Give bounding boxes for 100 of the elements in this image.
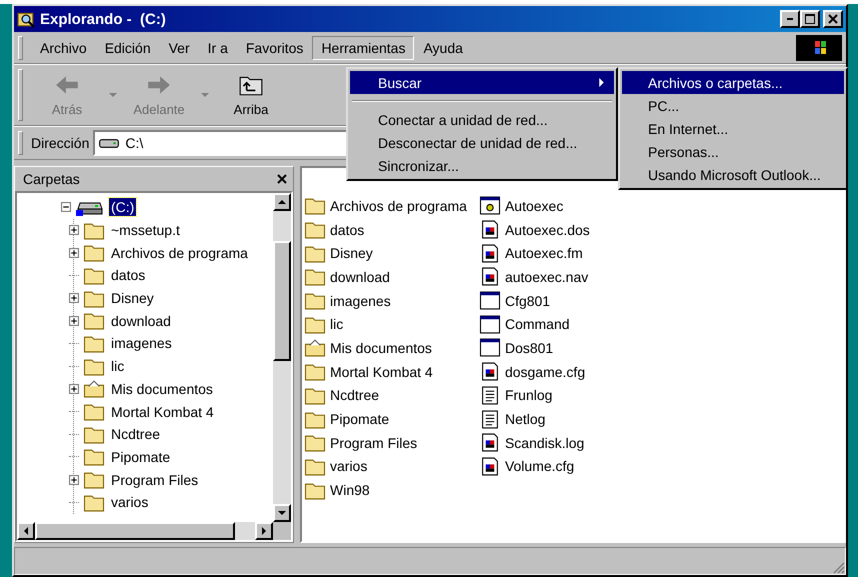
scrollbar-thumb[interactable] <box>273 241 291 361</box>
tree-item[interactable]: Disney <box>109 289 156 308</box>
window-icon <box>478 314 501 334</box>
expand-icon[interactable] <box>69 384 79 394</box>
tree-item[interactable]: lic <box>109 357 126 376</box>
windows-logo-icon <box>796 34 842 60</box>
file-item[interactable]: Mis documentos <box>304 336 471 360</box>
maximize-button[interactable] <box>800 10 820 28</box>
menu-item[interactable]: Archivos o carpetas... <box>622 71 844 94</box>
tree-item[interactable]: ~mssetup.t <box>109 221 182 240</box>
up-arrow-icon <box>278 200 286 204</box>
minimize-button[interactable] <box>780 10 800 28</box>
collapse-icon[interactable] <box>61 202 71 212</box>
menu-item[interactable]: Ayuda <box>414 36 472 60</box>
scroll-right-button[interactable] <box>255 522 273 540</box>
menu-item[interactable]: Desconectar de unidad de red... <box>350 131 614 154</box>
file-item[interactable]: Netlog <box>478 407 594 431</box>
menu-item[interactable]: Sincronizar... <box>350 154 614 177</box>
file-item[interactable]: Autoexec.dos <box>478 218 594 242</box>
menu-item[interactable]: Archivo <box>31 36 96 60</box>
tree-item[interactable]: Mortal Kombat 4 <box>109 402 216 421</box>
tree-item[interactable]: Program Files <box>109 470 200 489</box>
scroll-up-button[interactable] <box>273 193 291 211</box>
menu-item[interactable]: Conectar a unidad de red... <box>350 108 614 131</box>
menu-item[interactable]: Favoritos <box>236 36 312 60</box>
menu-item[interactable]: Herramientas <box>312 36 414 60</box>
menu-item[interactable]: Ir a <box>198 36 237 60</box>
expand-icon[interactable] <box>69 248 79 258</box>
folder-icon <box>83 220 105 240</box>
tree-item[interactable]: (C:) <box>109 198 136 216</box>
file-item[interactable]: Autoexec.fm <box>478 241 594 266</box>
window-title: Explorando - (C:) <box>40 10 166 28</box>
folder-icon <box>83 470 105 490</box>
folder-icon <box>304 480 326 500</box>
minimize-icon <box>787 18 793 20</box>
file-item[interactable]: imagenes <box>304 288 471 312</box>
folder-icon <box>83 266 105 285</box>
file-item[interactable]: Ncdtree <box>304 384 471 408</box>
file-item[interactable]: autoexec.nav <box>478 265 594 289</box>
menu-item[interactable]: Buscar <box>350 71 614 94</box>
window-icon <box>478 338 501 358</box>
right-arrow-icon <box>146 74 172 96</box>
menu-item[interactable]: Usando Microsoft Outlook... <box>622 163 844 186</box>
menu-item[interactable]: Personas... <box>622 140 844 163</box>
toolbar-button[interactable]: Arriba <box>215 72 287 118</box>
expand-icon[interactable] <box>69 316 79 326</box>
expand-icon[interactable] <box>69 225 79 236</box>
file-item[interactable]: Frunlog <box>478 384 594 408</box>
tree-item[interactable]: Archivos de programa <box>109 244 250 262</box>
folder-icon <box>304 362 326 382</box>
file-item[interactable]: Win98 <box>304 478 471 502</box>
file-item[interactable]: download <box>304 265 471 289</box>
resize-grip-icon[interactable] <box>833 562 845 574</box>
file-item[interactable]: Dos801 <box>478 336 594 360</box>
scroll-left-button[interactable] <box>17 522 35 540</box>
expand-icon[interactable] <box>69 474 79 485</box>
file-item[interactable]: Program Files <box>304 430 471 455</box>
folder-icon <box>83 424 105 444</box>
menu-item[interactable]: Ver <box>160 36 199 60</box>
folder-icon <box>83 492 105 512</box>
close-button[interactable] <box>277 174 287 184</box>
left-arrow-icon <box>54 74 80 96</box>
folder-house-icon <box>304 338 326 358</box>
tree-item[interactable]: Mis documentos <box>109 380 215 398</box>
file-item[interactable]: Disney <box>304 241 471 266</box>
expand-icon[interactable] <box>69 293 79 304</box>
file-item[interactable]: Command <box>478 312 594 336</box>
menu-item[interactable]: Edición <box>96 36 160 60</box>
tree-item[interactable]: Ncdtree <box>109 425 162 444</box>
drive-icon <box>99 138 120 148</box>
close-icon <box>828 14 838 24</box>
file-item[interactable]: lic <box>304 312 471 336</box>
folder-icon <box>83 311 105 330</box>
folder-icon <box>304 220 326 240</box>
address-label: Dirección <box>31 135 90 151</box>
file-item[interactable]: Cfg801 <box>478 288 594 312</box>
file-item[interactable]: Scandisk.log <box>478 430 594 455</box>
file-item[interactable]: Mortal Kombat 4 <box>304 360 471 384</box>
tree-item[interactable]: download <box>109 312 173 330</box>
menu-item[interactable]: PC... <box>622 94 844 117</box>
tree-item[interactable]: varios <box>109 493 150 512</box>
file-item[interactable]: Autoexec <box>478 194 594 218</box>
file-item[interactable]: dosgame.cfg <box>478 360 594 384</box>
maximize-icon <box>805 14 815 24</box>
file-item[interactable]: datos <box>304 218 471 242</box>
file-item[interactable]: Volume.cfg <box>478 454 594 478</box>
right-arrow-icon <box>262 527 266 535</box>
file-item[interactable]: Archivos de programa <box>304 194 471 218</box>
file-item[interactable]: Pipomate <box>304 407 471 431</box>
left-arrow-icon <box>24 527 28 535</box>
menu-item[interactable]: En Internet... <box>622 117 844 140</box>
file-item[interactable]: varios <box>304 454 471 478</box>
folder-icon <box>83 288 105 308</box>
scroll-down-button[interactable] <box>273 504 291 522</box>
folder-icon <box>83 402 105 422</box>
tree-item[interactable]: datos <box>109 266 148 284</box>
tree-item[interactable]: Pipomate <box>109 448 172 466</box>
pane-title: Carpetas <box>23 171 80 187</box>
folder-icon <box>304 244 326 263</box>
tree-item[interactable]: imagenes <box>109 334 174 352</box>
